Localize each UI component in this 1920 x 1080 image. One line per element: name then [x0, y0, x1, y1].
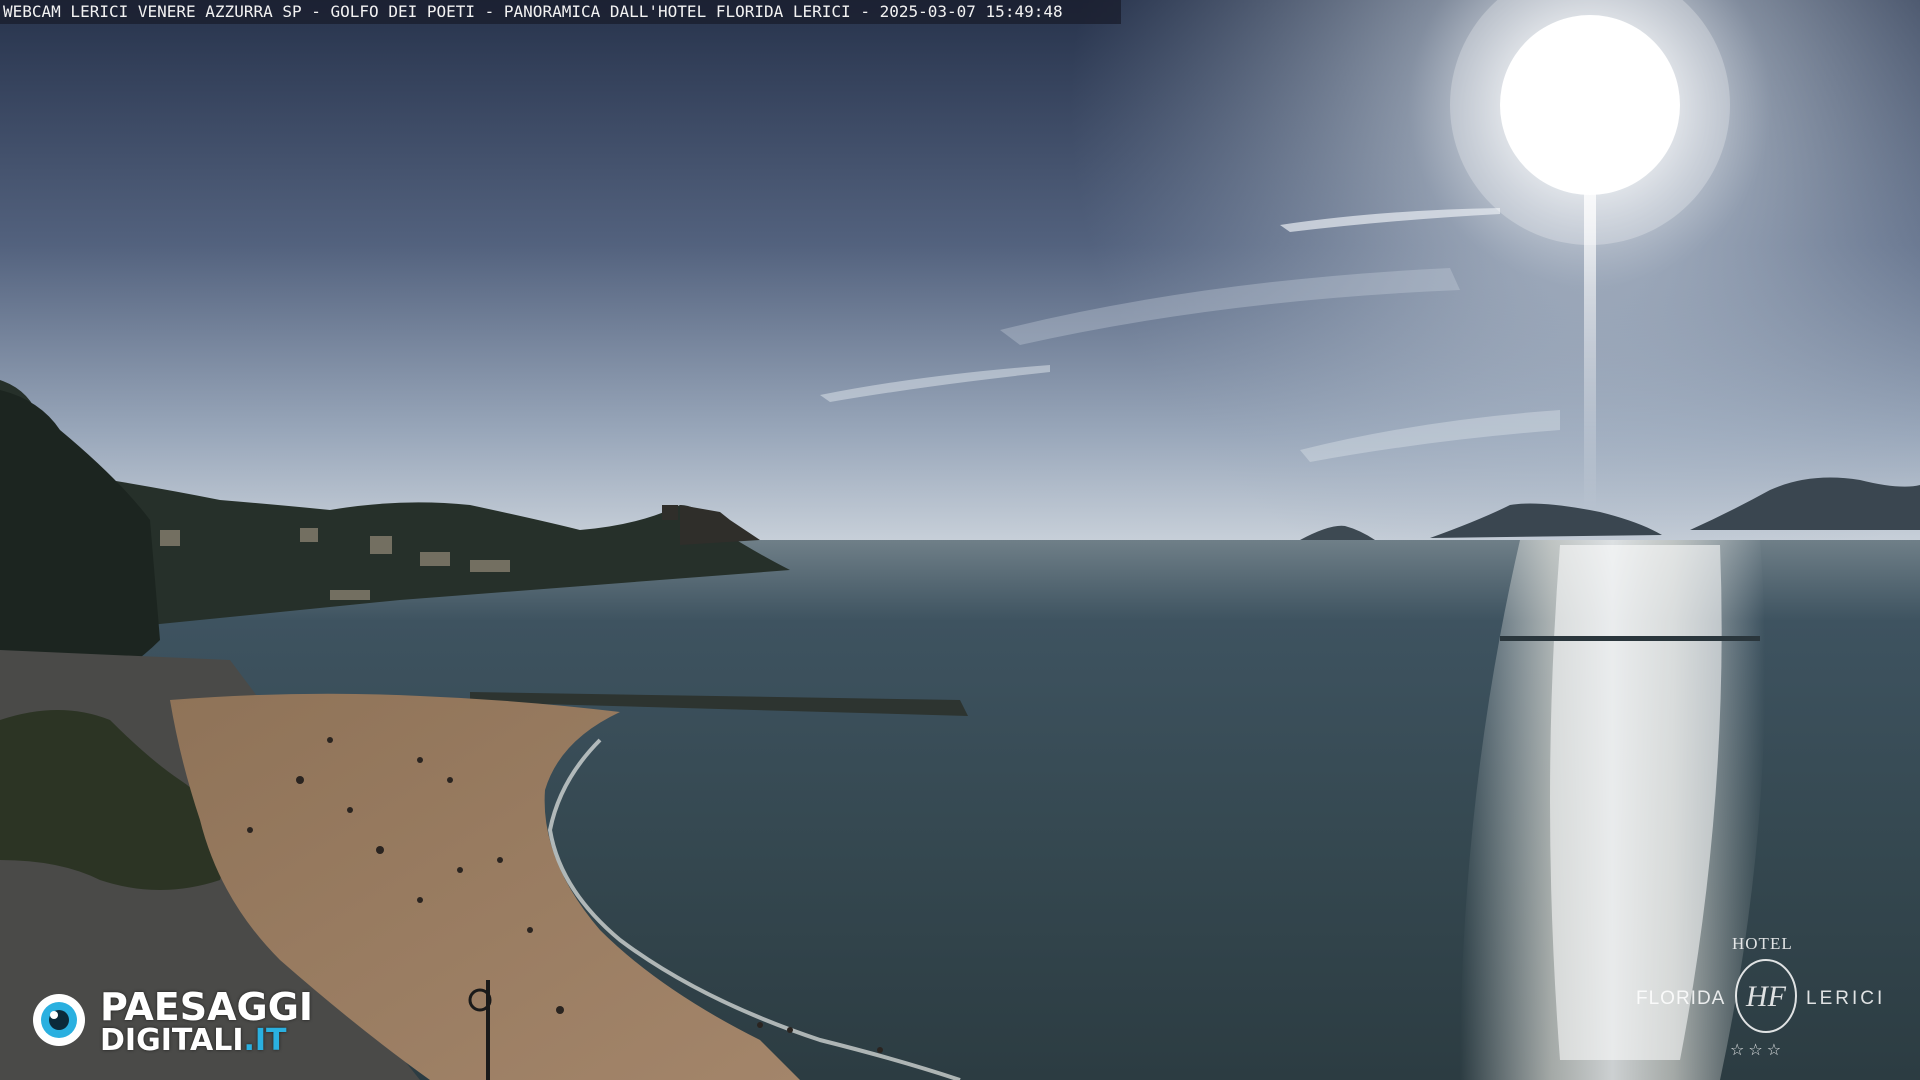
- hotel-name: FLORIDA: [1636, 988, 1726, 1009]
- brand-word-digitali-text: DIGITALI: [100, 1023, 244, 1058]
- hotel-label: HOTEL: [1732, 934, 1793, 953]
- brand-tld: .IT: [243, 1023, 287, 1058]
- hotel-town: LERICI: [1806, 988, 1886, 1009]
- hotel-monogram-icon: HF: [1735, 959, 1797, 1033]
- brand-word-digitali: DIGITALI.IT: [100, 1025, 287, 1057]
- brand-word-paesaggi: PAESAGGI: [100, 985, 314, 1029]
- webcam-scene: [0, 0, 1920, 1080]
- hotel-florida-watermark: HOTEL HF FLORIDA LERICI ☆☆☆: [1630, 930, 1900, 1070]
- hotel-monogram: HF: [1745, 980, 1787, 1013]
- paesaggi-digitali-watermark: PAESAGGI DIGITALI.IT: [30, 985, 340, 1057]
- breakwater: [1500, 636, 1760, 641]
- hotel-stars: ☆☆☆: [1730, 1040, 1786, 1059]
- eye-logo-icon: [33, 994, 85, 1046]
- sun-beam: [1584, 180, 1596, 510]
- webcam-caption: WEBCAM LERICI VENERE AZZURRA SP - GOLFO …: [0, 0, 1121, 24]
